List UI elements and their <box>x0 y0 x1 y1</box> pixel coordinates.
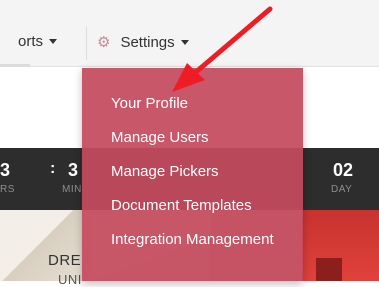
banner-subheading: UNI <box>58 272 82 287</box>
countdown-hours-label: RS <box>0 184 15 195</box>
nav-reports[interactable]: orts <box>18 33 58 50</box>
menu-item-manage-pickers[interactable]: Manage Pickers <box>111 163 219 180</box>
countdown-colon: : <box>50 160 56 177</box>
nav-reports-label: orts <box>18 33 44 50</box>
countdown-minutes-label: MIN <box>62 184 82 195</box>
settings-dropdown-menu: Your Profile Manage Users Manage Pickers… <box>82 68 303 281</box>
menu-item-manage-users[interactable]: Manage Users <box>111 129 209 146</box>
menu-item-integration-management[interactable]: Integration Management <box>111 231 274 248</box>
gear-icon: ⚙ <box>97 34 111 51</box>
chevron-down-icon <box>180 39 189 45</box>
menu-item-document-templates[interactable]: Document Templates <box>111 197 252 214</box>
nav-divider <box>86 26 87 60</box>
menu-item-your-profile[interactable]: Your Profile <box>111 95 188 112</box>
countdown-days-label: DAY <box>331 184 353 195</box>
countdown-minutes-value: 3 <box>68 160 79 180</box>
nav-active-indicator <box>0 64 30 67</box>
countdown-hours-value: 3 <box>0 160 11 180</box>
banner-heading: DRE <box>48 252 82 269</box>
nav-settings-label: Settings <box>120 33 175 51</box>
countdown-days-value: 02 <box>333 160 354 180</box>
banner-product-box <box>316 258 342 281</box>
chevron-down-icon <box>49 39 58 44</box>
banner-decor <box>0 210 90 281</box>
nav-settings[interactable]: ⚙ Settings <box>97 33 189 51</box>
banner-image-right <box>302 210 379 281</box>
top-navbar: orts ⚙ Settings <box>0 0 379 67</box>
